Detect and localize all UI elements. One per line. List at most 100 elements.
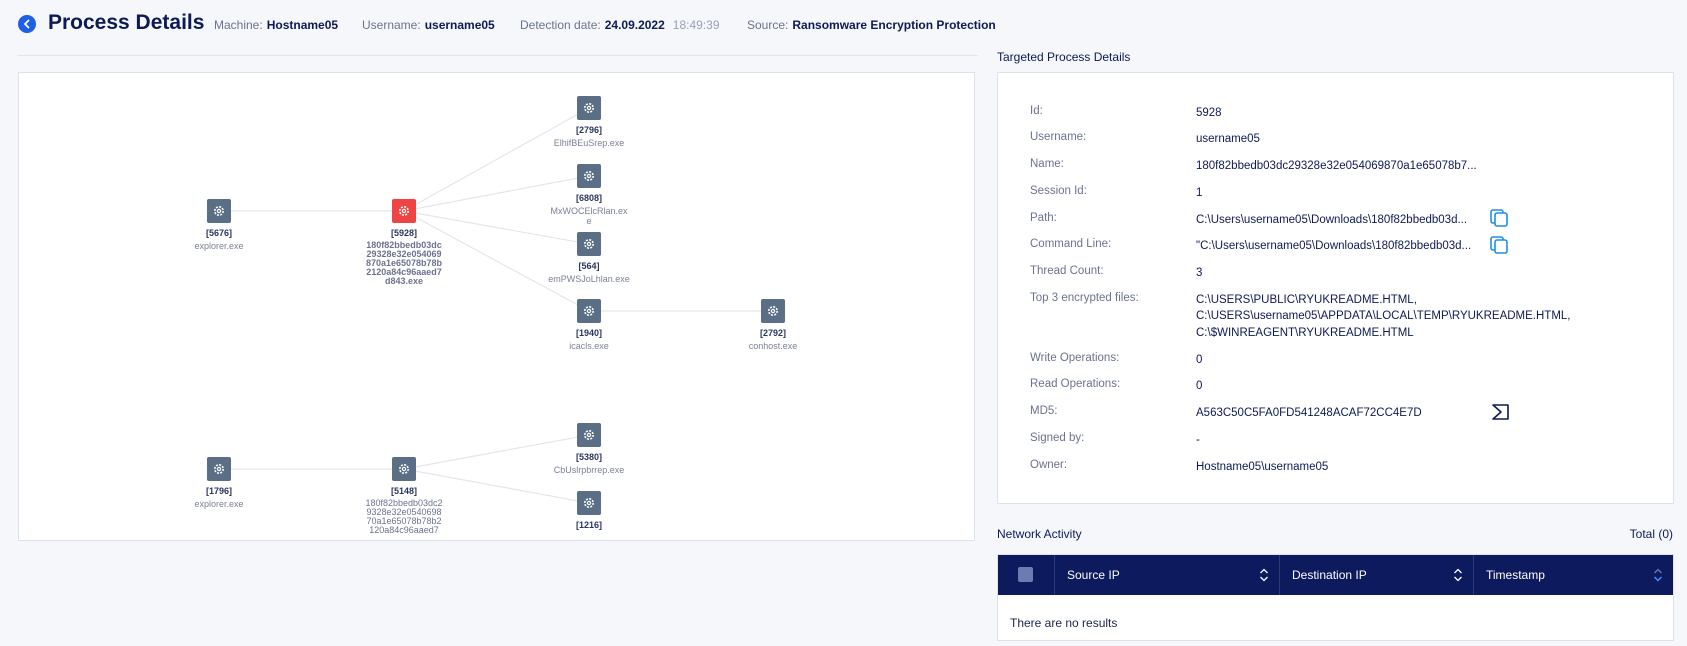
gear-icon <box>577 299 601 323</box>
detection-date: 24.09.2022 <box>604 18 665 32</box>
detail-value: A563C50C5FA0FD541248ACAF72CC4E7D <box>1196 407 1422 419</box>
network-total: Total (0) <box>1629 527 1673 541</box>
detail-value: "C:\Users\username05\Downloads\180f82bbe… <box>1196 240 1472 252</box>
sort-icon <box>1260 568 1268 582</box>
process-name: 180f82bbedb03dc29328e32e054069870a1e6507… <box>365 498 443 535</box>
detail-value: C:\$WINREAGENT\RYUKREADME.HTML <box>1196 327 1414 339</box>
process-node-1796[interactable]: [1796] explorer.exe <box>159 457 279 509</box>
detail-value: C:\USERS\PUBLIC\RYUKREADME.HTML, <box>1196 294 1417 306</box>
gear-icon <box>392 199 416 223</box>
detail-label: Write Operations: <box>1030 352 1120 364</box>
machine-label: Machine: <box>214 18 263 32</box>
chevron-left-icon <box>23 19 30 29</box>
detail-value: 180f82bbedb03dc29328e32e054069870a1e6507… <box>1196 160 1477 172</box>
process-pid: [6808] <box>575 193 602 203</box>
sort-desc-icon <box>1653 568 1663 582</box>
machine-value: Hostname05 <box>266 18 339 32</box>
empty-results-message: There are no results <box>1010 616 1118 630</box>
page-title: Process Details <box>48 11 205 34</box>
process-pid: [564] <box>578 261 600 271</box>
gear-icon <box>577 96 601 120</box>
process-name: explorer.exe <box>194 241 244 251</box>
process-pid: [2792] <box>759 328 786 338</box>
column-label: Timestamp <box>1486 568 1545 582</box>
gear-icon <box>577 423 601 447</box>
source-meta: Source: Ransomware Encryption Protection <box>747 18 996 32</box>
copy-icon <box>1490 236 1508 254</box>
process-name: ElhifBEuSrep.exe <box>553 138 625 148</box>
detail-value: 0 <box>1196 354 1203 366</box>
source-value: Ransomware Encryption Protection <box>792 18 996 32</box>
detail-value: Hostname05\username05 <box>1196 461 1329 473</box>
table-header: Source IP Destination IP Timestamp <box>998 555 1673 595</box>
process-node-5380[interactable]: [5380] CbUslrpbrrep.exe <box>529 423 649 475</box>
detail-label: Username: <box>1030 131 1087 143</box>
process-pid: [1940] <box>575 328 602 338</box>
detail-label: Session Id: <box>1030 185 1087 197</box>
md5-lookup-button[interactable] <box>1491 402 1511 422</box>
process-node-564[interactable]: [564] emPWSJoLhlan.exe <box>529 232 649 284</box>
network-section-title: Network Activity <box>997 527 1082 541</box>
process-node-5676[interactable]: [5676] explorer.exe <box>159 199 279 251</box>
process-node-2796[interactable]: [2796] ElhifBEuSrep.exe <box>529 96 649 148</box>
gear-icon <box>577 164 601 188</box>
detail-label: Id: <box>1030 105 1043 117</box>
detection-meta: Detection date: 24.09.2022 18:49:39 <box>520 18 720 32</box>
column-label: Destination IP <box>1292 568 1367 582</box>
gear-icon <box>392 457 416 481</box>
detail-label: Thread Count: <box>1030 265 1104 277</box>
detail-value: 1 <box>1196 187 1203 199</box>
copy-command-line-button[interactable] <box>1489 235 1509 255</box>
copy-path-button[interactable] <box>1489 208 1509 228</box>
gear-icon <box>207 199 231 223</box>
username-label: Username: <box>362 18 421 32</box>
detection-label: Detection date: <box>520 18 601 32</box>
column-destination-ip[interactable]: Destination IP <box>1279 555 1474 595</box>
gear-icon <box>577 232 601 256</box>
details-panel: Id: 5928 Username: username05 Name: 180f… <box>997 72 1674 504</box>
process-node-6808[interactable]: [6808] MxWOCElcRlan.exe <box>529 164 649 226</box>
gear-icon <box>207 457 231 481</box>
process-pid: [5928] <box>390 228 417 238</box>
detection-time: 18:49:39 <box>672 18 720 32</box>
process-pid: [5148] <box>390 486 417 496</box>
process-name: emPWSJoLhlan.exe <box>548 274 630 284</box>
detail-value: C:\Users\username05\Downloads\180f82bbed… <box>1196 214 1468 226</box>
detail-label: Command Line: <box>1030 238 1112 250</box>
detail-value: C:\USERS\username05\APPDATA\LOCAL\TEMP\R… <box>1196 310 1571 322</box>
process-node-5148[interactable]: [5148] 180f82bbedb03dc29328e32e054069870… <box>344 457 464 535</box>
details-section-title: Targeted Process Details <box>997 50 1131 64</box>
process-pid: [1796] <box>205 486 232 496</box>
column-source-ip[interactable]: Source IP <box>1054 555 1280 595</box>
detail-label: MD5: <box>1030 405 1058 417</box>
process-name: icacls.exe <box>569 341 609 351</box>
sigma-icon <box>1492 404 1509 420</box>
detail-value: 5928 <box>1196 107 1222 119</box>
detail-value: 3 <box>1196 267 1203 279</box>
detail-label: Top 3 encrypted files: <box>1030 292 1139 304</box>
process-name: MxWOCElcRlan.exe <box>550 206 628 226</box>
back-button[interactable] <box>18 15 36 33</box>
network-table: Source IP Destination IP Timestamp There… <box>997 554 1674 641</box>
process-node-5928[interactable]: [5928] 180f82bbedb03dc29328e32e054069870… <box>344 199 464 286</box>
process-pid: [1216] <box>575 520 602 530</box>
process-node-1940[interactable]: [1940] icacls.exe <box>529 299 649 351</box>
process-name: CbUslrpbrrep.exe <box>553 465 625 475</box>
column-timestamp[interactable]: Timestamp <box>1473 555 1673 595</box>
process-node-1216[interactable]: [1216] <box>529 491 649 533</box>
process-pid: [5676] <box>205 228 232 238</box>
column-label: Source IP <box>1067 568 1120 582</box>
copy-icon <box>1490 209 1508 227</box>
detail-label: Read Operations: <box>1030 378 1121 390</box>
process-pid: [2796] <box>575 125 602 135</box>
process-name: conhost.exe <box>748 341 798 351</box>
process-node-2792[interactable]: [2792] conhost.exe <box>713 299 833 351</box>
username-meta: Username: username05 <box>362 18 495 32</box>
process-graph[interactable]: [2796] ElhifBEuSrep.exe [5676] explorer.… <box>18 72 975 541</box>
detail-label: Path: <box>1030 212 1057 224</box>
process-pid: [5380] <box>575 452 602 462</box>
select-all-checkbox[interactable] <box>1018 567 1033 582</box>
detail-value: username05 <box>1196 133 1260 145</box>
sort-icon <box>1454 568 1462 582</box>
header-divider <box>18 55 978 56</box>
